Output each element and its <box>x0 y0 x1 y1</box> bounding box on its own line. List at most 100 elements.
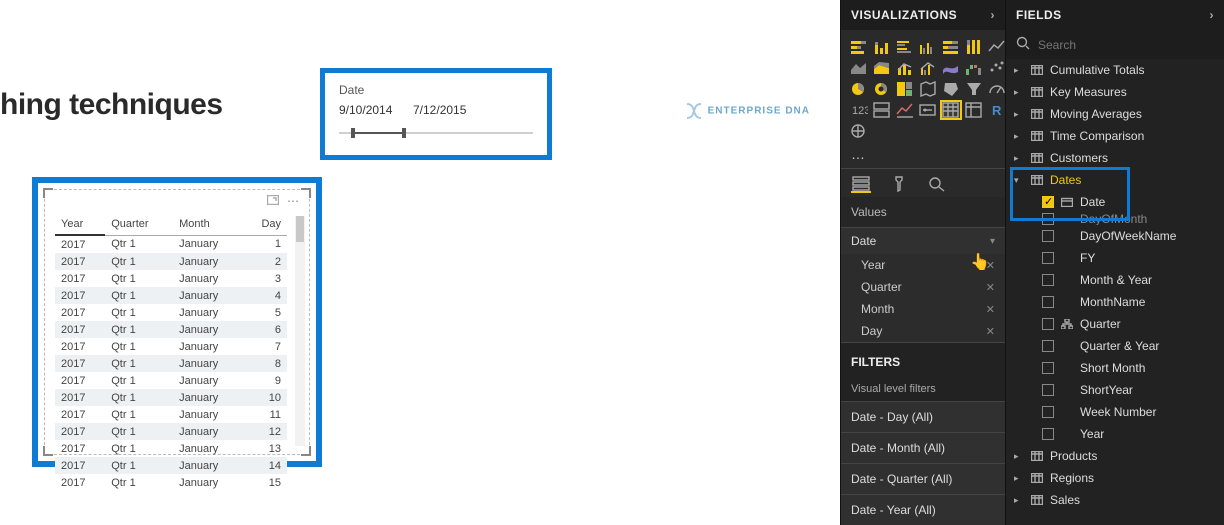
table-row[interactable]: 2017Qtr 1January8 <box>55 355 287 372</box>
focus-mode-icon[interactable] <box>267 194 279 208</box>
viz-multi-row-card-icon[interactable] <box>872 101 892 119</box>
table-row[interactable]: 2017Qtr 1January9 <box>55 372 287 389</box>
visualizations-header[interactable]: VISUALIZATIONS› <box>841 0 1005 30</box>
remove-field-icon[interactable]: ✕ <box>986 303 995 316</box>
table-row[interactable]: 2017Qtr 1January12 <box>55 423 287 440</box>
table-row[interactable]: 2017Qtr 1January3 <box>55 270 287 287</box>
viz-area-icon[interactable] <box>849 59 869 77</box>
viz-clustered-bar-icon[interactable] <box>895 38 915 56</box>
table-row[interactable]: 2017Qtr 1January14 <box>55 457 287 474</box>
viz-gauge-icon[interactable] <box>987 80 1007 98</box>
viz-line-stacked-column-icon[interactable] <box>895 59 915 77</box>
values-subfield[interactable]: Day✕ <box>841 320 1005 342</box>
checkbox-icon[interactable] <box>1042 340 1054 352</box>
analytics-tab[interactable] <box>927 175 947 193</box>
values-subfield[interactable]: Year✕ <box>841 254 1005 276</box>
table-time-comparison[interactable]: ▸Time Comparison <box>1006 125 1224 147</box>
table-key-measures[interactable]: ▸Key Measures <box>1006 81 1224 103</box>
viz-slicer-icon[interactable] <box>918 101 938 119</box>
viz-table-icon[interactable] <box>941 101 961 119</box>
viz-ribbon-icon[interactable] <box>941 59 961 77</box>
table-sales[interactable]: ▸Sales <box>1006 489 1224 511</box>
viz-stacked-column-icon[interactable] <box>872 38 892 56</box>
viz-filled-map-icon[interactable] <box>941 80 961 98</box>
viz-kpi-icon[interactable] <box>895 101 915 119</box>
slicer-handle-end[interactable] <box>402 128 406 138</box>
field-monthname[interactable]: MonthName <box>1006 291 1224 313</box>
column-header[interactable]: Day <box>244 214 287 235</box>
remove-field-icon[interactable]: ✕ <box>986 281 995 294</box>
table-row[interactable]: 2017Qtr 1January5 <box>55 304 287 321</box>
slicer-start-date[interactable]: 9/10/2014 <box>339 103 401 117</box>
field-shortyear[interactable]: ShortYear <box>1006 379 1224 401</box>
filter-card[interactable]: Date - Year (All) <box>841 494 1005 525</box>
fields-header[interactable]: FIELDS› <box>1006 0 1224 30</box>
field-month-year[interactable]: Month & Year <box>1006 269 1224 291</box>
remove-field-icon[interactable]: ✕ <box>986 259 995 272</box>
checkbox-icon[interactable] <box>1042 230 1054 242</box>
filter-card[interactable]: Date - Day (All) <box>841 401 1005 432</box>
checkbox-icon[interactable] <box>1042 406 1054 418</box>
field-date[interactable]: Date <box>1006 191 1224 213</box>
field-week-number[interactable]: Week Number <box>1006 401 1224 423</box>
viz-matrix-icon[interactable] <box>964 101 984 119</box>
viz-clustered-column-icon[interactable] <box>918 38 938 56</box>
table-row[interactable]: 2017Qtr 1January6 <box>55 321 287 338</box>
checkbox-icon[interactable] <box>1042 296 1054 308</box>
values-field-date[interactable]: Date ▾ <box>841 227 1005 254</box>
fields-search-input[interactable] <box>1038 38 1214 52</box>
table-vertical-scrollbar[interactable] <box>295 216 305 446</box>
table-row[interactable]: 2017Qtr 1January2 <box>55 253 287 270</box>
viz-line-icon[interactable] <box>987 38 1007 56</box>
checkbox-icon[interactable] <box>1042 274 1054 286</box>
checkbox-icon[interactable] <box>1042 318 1054 330</box>
column-header[interactable]: Month <box>173 214 243 235</box>
table-row[interactable]: 2017Qtr 1January4 <box>55 287 287 304</box>
viz-line-clustered-column-icon[interactable] <box>918 59 938 77</box>
viz-pie-icon[interactable] <box>849 80 869 98</box>
viz-100-stacked-column-icon[interactable] <box>964 38 984 56</box>
table-row[interactable]: 2017Qtr 1January15 <box>55 474 287 491</box>
table-customers[interactable]: ▸Customers <box>1006 147 1224 169</box>
checkbox-icon[interactable] <box>1042 384 1054 396</box>
values-subfield[interactable]: Month✕ <box>841 298 1005 320</box>
viz-treemap-icon[interactable] <box>895 80 915 98</box>
viz-stacked-bar-icon[interactable] <box>849 38 869 56</box>
checkbox-icon[interactable] <box>1042 362 1054 374</box>
viz-card-icon[interactable]: 123 <box>849 101 869 119</box>
table-regions[interactable]: ▸Regions <box>1006 467 1224 489</box>
slicer-range-bar[interactable] <box>339 127 533 139</box>
checkbox-icon[interactable] <box>1042 428 1054 440</box>
field-short-month[interactable]: Short Month <box>1006 357 1224 379</box>
date-table-visual[interactable]: ⋯ YearQuarterMonthDay 2017Qtr 1January12… <box>32 177 322 467</box>
viz-r-visual-icon[interactable]: R <box>987 101 1007 119</box>
viz-map-icon[interactable] <box>918 80 938 98</box>
viz-scatter-icon[interactable] <box>987 59 1007 77</box>
table-products[interactable]: ▸Products <box>1006 445 1224 467</box>
table-dates[interactable]: ▾ Dates <box>1006 169 1224 191</box>
table-row[interactable]: 2017Qtr 1January11 <box>55 406 287 423</box>
field-dayofweekname[interactable]: DayOfWeekName <box>1006 225 1224 247</box>
slicer-end-date[interactable]: 7/12/2015 <box>413 103 475 117</box>
field-year[interactable]: Year <box>1006 423 1224 445</box>
fields-search[interactable] <box>1006 30 1224 59</box>
viz-more-icon[interactable]: … <box>841 144 1005 168</box>
table-row[interactable]: 2017Qtr 1January7 <box>55 338 287 355</box>
field-dayofmonth[interactable]: DayOfMonth <box>1006 213 1224 225</box>
viz-arcgis-icon[interactable] <box>849 122 869 140</box>
table-row[interactable]: 2017Qtr 1January10 <box>55 389 287 406</box>
field-quarter[interactable]: Quarter <box>1006 313 1224 335</box>
remove-field-icon[interactable]: ✕ <box>986 325 995 338</box>
date-slicer-visual[interactable]: Date 9/10/2014 7/12/2015 <box>320 68 552 160</box>
checkbox-icon[interactable] <box>1042 213 1054 225</box>
values-subfield[interactable]: Quarter✕ <box>841 276 1005 298</box>
report-canvas[interactable]: hing techniques ENTERPRISE DNA Date 9/10… <box>0 0 840 525</box>
checkbox-checked-icon[interactable] <box>1042 196 1054 208</box>
table-moving-averages[interactable]: ▸Moving Averages <box>1006 103 1224 125</box>
table-row[interactable]: 2017Qtr 1January1 <box>55 235 287 253</box>
table-row[interactable]: 2017Qtr 1January13 <box>55 440 287 457</box>
filter-card[interactable]: Date - Month (All) <box>841 432 1005 463</box>
viz-stacked-area-icon[interactable] <box>872 59 892 77</box>
format-tab[interactable] <box>889 175 909 193</box>
checkbox-icon[interactable] <box>1042 252 1054 264</box>
